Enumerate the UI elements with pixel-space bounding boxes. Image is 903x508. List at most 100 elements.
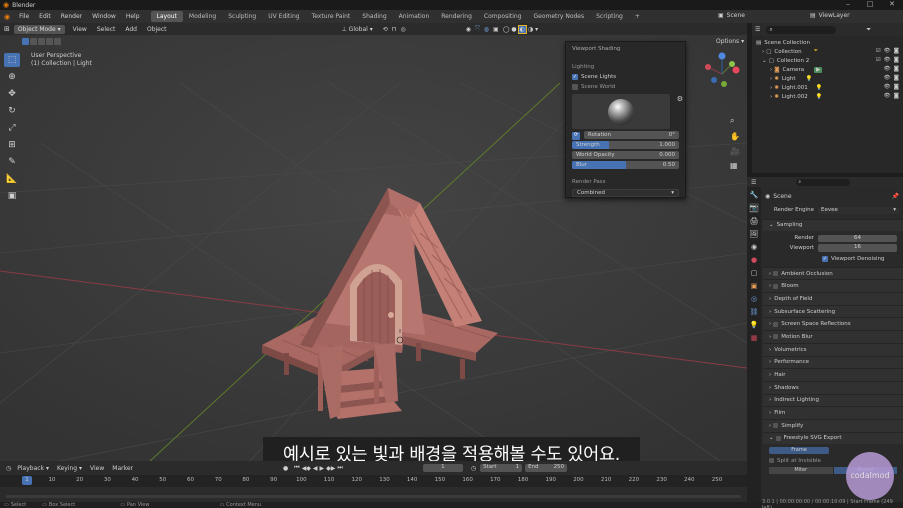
menu-render[interactable]: Render [56, 13, 87, 20]
panel-indirect-lighting[interactable]: › Indirect Lighting [763, 393, 903, 407]
eye-icon[interactable]: 👁 [884, 48, 891, 54]
panel-bloom[interactable]: › Bloom [763, 279, 903, 293]
measure-tool-icon[interactable]: 📐 [4, 172, 20, 186]
move-tool-icon[interactable]: ✥ [4, 87, 20, 101]
tool-tab-icon[interactable]: 🔧 [749, 190, 759, 200]
blur-slider[interactable]: Blur 0.50 [572, 161, 679, 169]
panel-hair[interactable]: › Hair [763, 368, 903, 381]
timeline-track-area[interactable] [0, 487, 747, 502]
playhead[interactable]: 1 [22, 476, 32, 485]
tab-scripting[interactable]: Scripting [590, 11, 629, 22]
outliner-search-input[interactable]: ⌕ [766, 25, 837, 34]
expand-icon[interactable]: › [770, 67, 772, 73]
expand-icon[interactable]: › [762, 49, 764, 55]
options-button[interactable]: Options ▾ [716, 38, 744, 45]
ortho-grid-icon[interactable]: ▦ [730, 161, 738, 170]
next-key-icon[interactable]: ◆▶ [326, 465, 335, 472]
visibility-icon[interactable]: ◉ [466, 26, 471, 33]
minimize-button[interactable]: – [837, 0, 859, 8]
outliner-row[interactable]: ⌄ ▢ Collection 2 ☑ 👁 ◙ [752, 56, 903, 65]
scene-name[interactable]: Scene [727, 12, 745, 19]
tab-layout[interactable]: Layout [150, 11, 183, 22]
freestyle-frame-button[interactable]: Frame [769, 447, 829, 455]
timeline-scrollbar[interactable] [6, 495, 741, 498]
select-mode-new-icon[interactable] [22, 38, 29, 45]
proportional-icon[interactable]: ◎ [400, 26, 405, 33]
menu-marker[interactable]: Marker [112, 465, 133, 472]
play-reverse-icon[interactable]: ◀ [313, 465, 318, 472]
xray-icon[interactable]: ▣ [493, 26, 499, 33]
outliner-row[interactable]: › ✺ Light.002 💡 👁 ◙ [752, 92, 903, 101]
add-workspace-icon[interactable]: + [629, 11, 646, 22]
select-mode-invert-icon[interactable] [46, 38, 53, 45]
menu-view[interactable]: View [73, 26, 87, 33]
menu-keying[interactable]: Keying ▾ [57, 465, 82, 472]
viewport-denoising-checkbox[interactable]: ✓ Viewport Denoising [822, 255, 903, 264]
outliner-row[interactable]: › ✺ Light.001 💡 👁 ◙ [752, 83, 903, 92]
menu-add[interactable]: Add [125, 26, 137, 33]
shading-solid-icon[interactable]: ● [511, 26, 516, 33]
camera-icon[interactable]: ◙ [894, 57, 899, 63]
tab-compositing[interactable]: Compositing [478, 11, 528, 22]
shading-rendered-icon[interactable]: ◑ [528, 26, 533, 33]
collapse-icon[interactable]: ⌄ [762, 58, 767, 64]
world-opacity-slider[interactable]: World Opacity 0.000 [572, 151, 679, 159]
transform-orientation[interactable]: ⊥ Global ▾ [342, 26, 373, 33]
select-mode-intersect-icon[interactable] [54, 38, 61, 45]
scene-world-checkbox[interactable]: Scene World [572, 84, 679, 90]
viewport-samples-field[interactable]: 16 [818, 244, 897, 252]
menu-object[interactable]: Object [147, 26, 167, 33]
navigation-gizmo[interactable]: ⌕ ✋ 🎥 ▦ [700, 50, 744, 180]
tab-uv-editing[interactable]: UV Editing [262, 11, 305, 22]
jump-start-icon[interactable]: ⏮ [294, 464, 299, 472]
pivot-icon[interactable]: ⟲ [383, 26, 388, 33]
miter-button[interactable]: Miter [769, 466, 833, 474]
camera-icon[interactable]: ◙ [894, 93, 899, 99]
menu-window[interactable]: Window [87, 13, 121, 20]
camera-icon[interactable]: ◙ [894, 84, 899, 90]
camera-icon[interactable]: ◙ [894, 48, 899, 54]
gizmo-icon[interactable]: ⤧ [475, 25, 480, 33]
tab-shading[interactable]: Shading [356, 11, 392, 22]
panel-ambient-occlusion[interactable]: › Ambient Occlusion [763, 266, 903, 280]
outliner-row[interactable]: ▤ Scene Collection [752, 38, 903, 47]
select-box-tool-icon[interactable]: ⬚ [4, 53, 20, 67]
filter-icon[interactable]: ⏷ [866, 26, 871, 34]
pin-icon[interactable]: 📌 [892, 193, 899, 200]
view-layer-name[interactable]: ViewLayer [819, 12, 850, 19]
output-tab-icon[interactable]: 🖨 [749, 216, 759, 226]
hdri-preview[interactable]: ⚙ [572, 94, 683, 129]
annotate-tool-icon[interactable]: ✎ [4, 155, 20, 169]
add-cube-tool-icon[interactable]: ▣ [4, 189, 20, 203]
timeline-editor-icon[interactable]: ◷ [6, 465, 11, 472]
object-tab-icon[interactable]: ▣ [749, 281, 759, 291]
hdri-settings-icon[interactable]: ⚙ [677, 95, 683, 103]
constraints-tab-icon[interactable]: ⛓ [749, 307, 759, 317]
render-pass-dropdown[interactable]: Combined ▾ [572, 189, 679, 197]
eye-icon[interactable]: 👁 [884, 84, 891, 90]
select-mode-subtract-icon[interactable] [38, 38, 45, 45]
prev-key-icon[interactable]: ◀◆ [302, 465, 311, 472]
render-samples-field[interactable]: 64 [818, 234, 897, 243]
scene-lights-checkbox[interactable]: ✓ Scene Lights [572, 74, 679, 80]
tab-texture-paint[interactable]: Texture Paint [306, 11, 357, 22]
menu-file[interactable]: File [14, 13, 34, 20]
expand-icon[interactable]: › [770, 94, 772, 100]
menu-edit[interactable]: Edit [34, 13, 56, 20]
blender-menu-icon[interactable]: ◉ [0, 13, 14, 21]
tab-geometry-nodes[interactable]: Geometry Nodes [528, 11, 591, 22]
transform-tool-icon[interactable]: ⊞ [4, 138, 20, 152]
preview-range-icon[interactable]: ◷ [471, 465, 476, 472]
panel-screen-space-reflections[interactable]: › Screen Space Reflections [763, 317, 903, 331]
world-tab-icon[interactable]: ● [749, 255, 759, 265]
strength-slider[interactable]: Strength 1.000 [572, 141, 679, 149]
editor-type-icon[interactable]: ⊞ [4, 25, 10, 33]
properties-editor-icon[interactable]: ☰ [751, 179, 756, 186]
render-engine-dropdown[interactable]: Eevee ▾ [818, 206, 899, 214]
panel-motion-blur[interactable]: › Motion Blur [763, 330, 903, 343]
expand-icon[interactable]: › [770, 76, 772, 82]
tab-modeling[interactable]: Modeling [183, 11, 222, 22]
panel-subsurface-scattering[interactable]: › Subsurface Scattering [763, 304, 903, 318]
panel-shadows[interactable]: › Shadows [763, 380, 903, 394]
eye-icon[interactable]: 👁 [884, 93, 891, 99]
